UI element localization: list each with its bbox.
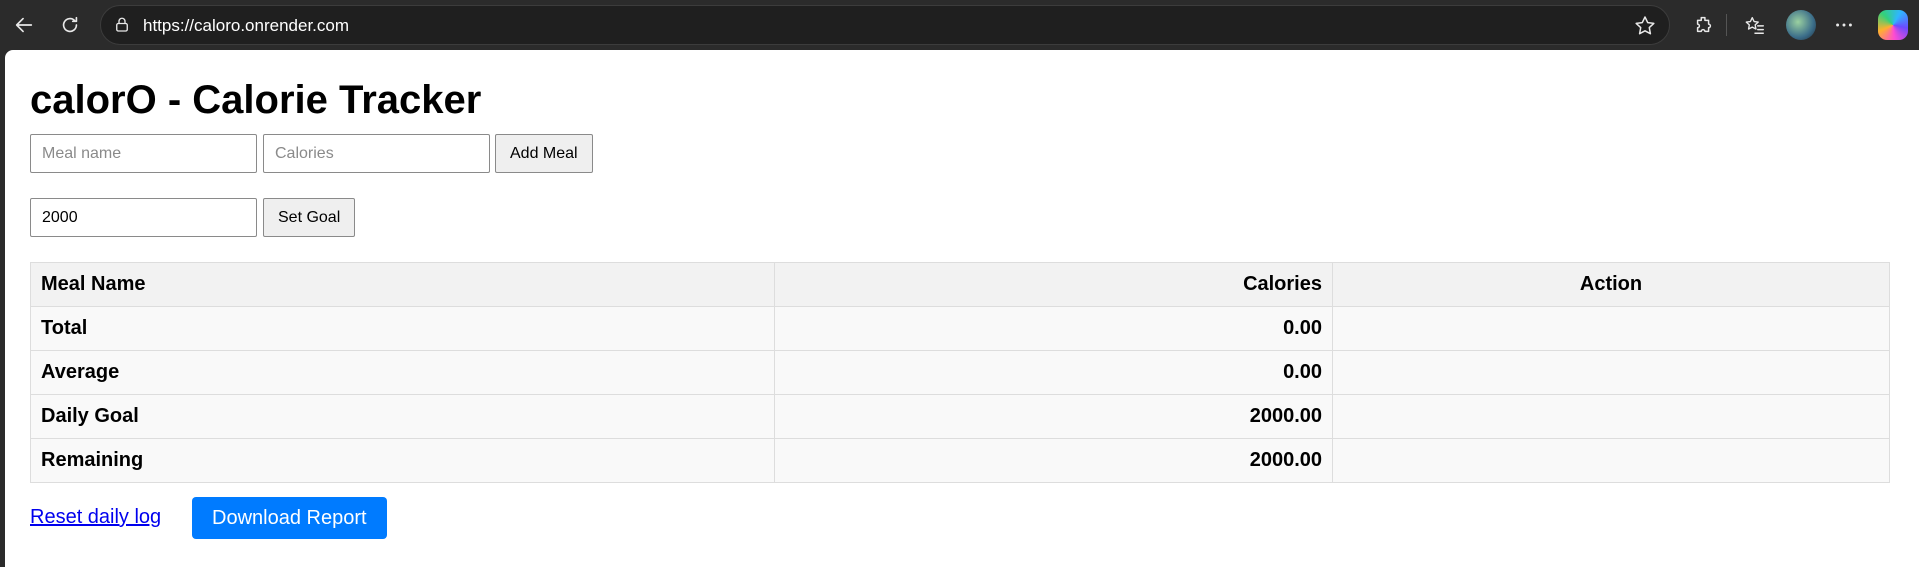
- page-title: calorO - Calorie Tracker: [30, 78, 482, 122]
- header-action: Action: [1332, 262, 1890, 307]
- meal-name-input[interactable]: [30, 134, 257, 173]
- row-label: Remaining: [30, 438, 775, 483]
- row-action: [1332, 438, 1890, 483]
- row-label: Total: [30, 306, 775, 351]
- favorites-list-icon: [1745, 16, 1764, 34]
- more-dots-icon: [1836, 23, 1852, 27]
- header-calories: Calories: [774, 262, 1333, 307]
- add-meal-button[interactable]: Add Meal: [495, 134, 593, 173]
- profile-avatar[interactable]: [1786, 10, 1816, 40]
- table-header-row: Meal Name Calories Action: [30, 262, 1890, 307]
- table-row-remaining: Remaining 2000.00: [30, 438, 1890, 483]
- row-action: [1332, 394, 1890, 439]
- header-meal-name: Meal Name: [30, 262, 775, 307]
- calories-input[interactable]: [263, 134, 490, 173]
- table-row-total: Total 0.00: [30, 306, 1890, 351]
- page-content: calorO - Calorie Tracker Add Meal Set Go…: [5, 50, 1919, 567]
- more-menu-button[interactable]: [1828, 9, 1860, 41]
- row-action: [1332, 306, 1890, 351]
- toolbar-separator: [1726, 14, 1727, 36]
- puzzle-icon: [1696, 16, 1712, 33]
- favorites-button[interactable]: [1739, 9, 1771, 41]
- download-report-button[interactable]: Download Report: [192, 497, 387, 539]
- favorite-star-icon[interactable]: [1633, 14, 1657, 38]
- url-text: https://caloro.onrender.com: [143, 16, 350, 35]
- table-row-average: Average 0.00: [30, 350, 1890, 395]
- row-label: Daily Goal: [30, 394, 775, 439]
- daily-goal-input[interactable]: [30, 198, 257, 237]
- row-label: Average: [30, 350, 775, 395]
- refresh-button[interactable]: [54, 9, 86, 41]
- extensions-button[interactable]: [1688, 9, 1720, 41]
- lock-icon: [116, 17, 128, 32]
- set-goal-button[interactable]: Set Goal: [263, 198, 356, 237]
- meals-table: Meal Name Calories Action Total 0.00 Ave…: [30, 262, 1890, 483]
- copilot-icon[interactable]: [1878, 10, 1908, 40]
- row-calories: 2000.00: [774, 394, 1333, 439]
- row-calories: 0.00: [774, 350, 1333, 395]
- row-action: [1332, 350, 1890, 395]
- back-arrow-icon: [15, 17, 33, 33]
- row-calories: 2000.00: [774, 438, 1333, 483]
- back-button[interactable]: [8, 9, 40, 41]
- table-row-daily-goal: Daily Goal 2000.00: [30, 394, 1890, 439]
- reset-daily-log-link[interactable]: Reset daily log: [30, 506, 161, 529]
- refresh-icon: [62, 16, 78, 33]
- address-bar[interactable]: https://caloro.onrender.com: [100, 5, 1670, 45]
- browser-toolbar: https://caloro.onrender.com: [0, 0, 1919, 50]
- row-calories: 0.00: [774, 306, 1333, 351]
